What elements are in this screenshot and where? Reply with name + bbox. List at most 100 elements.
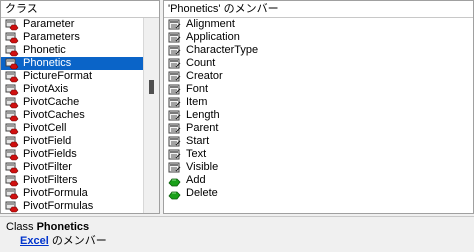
class-item[interactable]: PivotCaches: [1, 109, 143, 122]
class-item[interactable]: Phonetic: [1, 44, 143, 57]
class-item[interactable]: Parameters: [1, 31, 143, 44]
class-item[interactable]: PivotFormula: [1, 187, 143, 200]
property-icon: [168, 97, 182, 109]
member-item[interactable]: Visible: [164, 161, 473, 174]
member-item[interactable]: Creator: [164, 70, 473, 83]
class-item[interactable]: PivotFormulas: [1, 200, 143, 213]
classes-header: クラス: [1, 1, 159, 18]
class-item-label: PivotCaches: [23, 109, 85, 121]
member-item-label: Length: [186, 109, 220, 121]
class-item-label: PivotFields: [23, 148, 77, 160]
classes-scrollbar[interactable]: [143, 18, 159, 213]
class-item[interactable]: PivotFilter: [1, 161, 143, 174]
member-item-label: CharacterType: [186, 44, 259, 56]
property-icon: [168, 71, 182, 83]
class-icon: [5, 71, 19, 83]
class-item-label: Parameters: [23, 31, 80, 43]
member-item-label: Creator: [186, 70, 223, 82]
member-item-label: Parent: [186, 122, 219, 134]
members-pane: 'Phonetics' のメンバー Alignment Application Ch…: [163, 0, 474, 214]
class-item-label: PivotFormulas: [23, 200, 94, 212]
class-item-label: Phonetic: [23, 44, 66, 56]
class-item-label: PivotCell: [23, 122, 67, 134]
member-item-label: Delete: [186, 187, 218, 199]
details-pane: Class Phonetics Excel のメンバー: [0, 216, 474, 252]
method-icon: [168, 175, 182, 187]
member-item[interactable]: Length: [164, 109, 473, 122]
library-link[interactable]: Excel: [20, 235, 49, 247]
class-item-label: PivotField: [23, 135, 72, 147]
details-class-name: Phonetics: [36, 221, 90, 233]
class-icon: [5, 136, 19, 148]
classes-list: Parameter Parameters Phonetic Phonetics Pict…: [1, 18, 143, 213]
details-prefix: Class: [6, 221, 34, 233]
class-item-label: PictureFormat: [23, 70, 93, 82]
class-item[interactable]: PivotFilters: [1, 174, 143, 187]
member-item[interactable]: Delete: [164, 187, 473, 200]
details-class-line: Class Phonetics: [6, 220, 468, 234]
class-item[interactable]: PivotFields: [1, 148, 143, 161]
details-library-suffix: のメンバー: [51, 235, 107, 247]
member-item-label: Application: [186, 31, 240, 43]
method-icon: [168, 188, 182, 200]
class-icon: [5, 175, 19, 187]
class-item-label: Parameter: [23, 18, 75, 30]
class-item-label: PivotAxis: [23, 83, 69, 95]
class-item-label: Phonetics: [23, 57, 72, 69]
class-icon: [5, 149, 19, 161]
member-item-label: Start: [186, 135, 210, 147]
class-icon: [5, 84, 19, 96]
class-icon: [5, 188, 19, 200]
members-header: 'Phonetics' のメンバー: [164, 1, 473, 18]
class-icon: [5, 110, 19, 122]
member-item-label: Count: [186, 57, 216, 69]
member-item[interactable]: Item: [164, 96, 473, 109]
property-icon: [168, 110, 182, 122]
class-icon: [5, 123, 19, 135]
class-item[interactable]: Phonetics: [1, 57, 143, 70]
class-icon: [5, 19, 19, 31]
member-item-label: Text: [186, 148, 207, 160]
property-icon: [168, 19, 182, 31]
class-icon: [5, 97, 19, 109]
class-item-label: PivotFilters: [23, 174, 78, 186]
member-item-label: Add: [186, 174, 206, 186]
member-item[interactable]: Add: [164, 174, 473, 187]
class-item-label: PivotFilter: [23, 161, 72, 173]
class-item[interactable]: PivotField: [1, 135, 143, 148]
member-item-label: Font: [186, 83, 209, 95]
class-item-label: PivotFormula: [23, 187, 88, 199]
member-item[interactable]: Parent: [164, 122, 473, 135]
property-icon: [168, 32, 182, 44]
property-icon: [168, 149, 182, 161]
member-item[interactable]: CharacterType: [164, 44, 473, 57]
member-item[interactable]: Alignment: [164, 18, 473, 31]
member-item[interactable]: Text: [164, 148, 473, 161]
property-icon: [168, 84, 182, 96]
member-item[interactable]: Application: [164, 31, 473, 44]
class-item[interactable]: Parameter: [1, 18, 143, 31]
property-icon: [168, 162, 182, 174]
details-library-line: Excel のメンバー: [6, 234, 468, 248]
class-item[interactable]: PictureFormat: [1, 70, 143, 83]
member-item-label: Alignment: [186, 18, 235, 30]
class-icon: [5, 201, 19, 213]
member-item[interactable]: Start: [164, 135, 473, 148]
class-icon: [5, 162, 19, 174]
classes-pane: クラス Parameter Parameters Phonetic Phonetics…: [0, 0, 160, 214]
class-item[interactable]: PivotAxis: [1, 83, 143, 96]
property-icon: [168, 45, 182, 57]
class-icon: [5, 32, 19, 44]
member-item[interactable]: Font: [164, 83, 473, 96]
class-icon: [5, 58, 19, 70]
members-list: Alignment Application CharacterType Count Cr…: [164, 18, 473, 213]
member-item[interactable]: Count: [164, 57, 473, 70]
class-icon: [5, 45, 19, 57]
class-item[interactable]: PivotCell: [1, 122, 143, 135]
member-item-label: Item: [186, 96, 208, 108]
property-icon: [168, 58, 182, 70]
class-item-label: PivotCache: [23, 96, 80, 108]
scrollbar-thumb[interactable]: [149, 80, 154, 94]
property-icon: [168, 123, 182, 135]
class-item[interactable]: PivotCache: [1, 96, 143, 109]
